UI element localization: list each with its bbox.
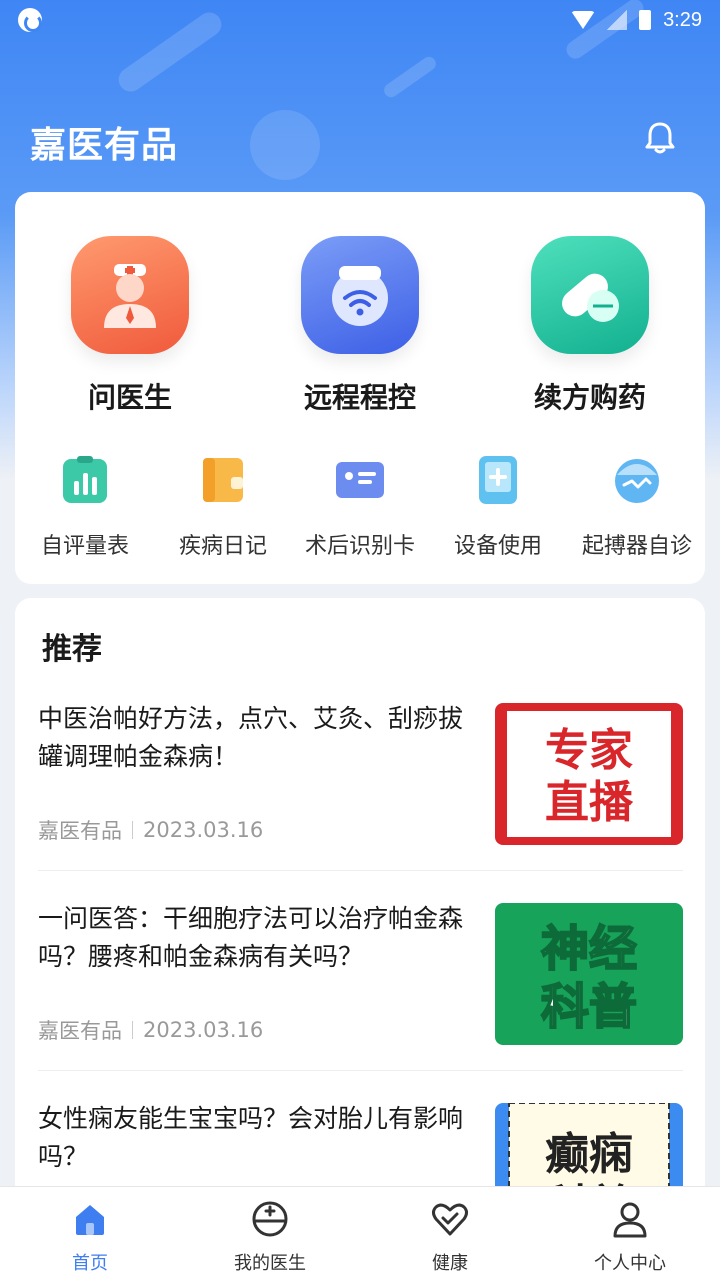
status-time: 3:29 xyxy=(663,8,702,31)
health-heart-icon xyxy=(432,1203,468,1236)
article-meta: 嘉医有品 2023.03.16 xyxy=(38,815,263,845)
status-bar: 3:29 xyxy=(0,0,720,40)
tool-label: 自评量表 xyxy=(40,534,129,559)
id-card-icon xyxy=(334,454,386,506)
quick-action-label: 远程程控 xyxy=(303,381,416,414)
tool-device-usage[interactable]: 设备使用 xyxy=(428,454,568,560)
remote-control-icon xyxy=(301,236,419,354)
divider xyxy=(38,1070,683,1071)
scale-chart-icon xyxy=(59,454,111,506)
quick-action-label: 问医生 xyxy=(87,381,172,414)
divider xyxy=(38,870,683,871)
article-title: 一问医答：干细胞疗法可以治疗帕金森吗？腰疼和帕金森病有关吗？ xyxy=(38,904,464,971)
quick-action-ask-doctor[interactable]: 问医生 xyxy=(30,236,230,416)
device-icon xyxy=(472,454,524,506)
tool-label: 术后识别卡 xyxy=(304,534,415,559)
quick-action-label: 续方购药 xyxy=(533,381,646,414)
tool-pacemaker-self-check[interactable]: 起搏器自诊 xyxy=(567,454,707,560)
tool-disease-diary[interactable]: 疾病日记 xyxy=(153,454,293,560)
thumbnail-text: 神经 xyxy=(541,921,637,977)
tab-profile[interactable]: 个人中心 xyxy=(540,1187,720,1280)
article-thumbnail: 专家 直播 xyxy=(495,703,683,845)
recommend-title: 推荐 xyxy=(42,632,102,667)
bottom-tab-bar: 首页 我的医生 健康 个人中心 xyxy=(0,1186,720,1280)
bell-icon[interactable] xyxy=(640,118,680,158)
tab-label: 首页 xyxy=(72,1253,108,1274)
article-title: 女性痫友能生宝宝吗？会对胎儿有影响吗？ xyxy=(38,1104,464,1171)
tab-my-doctor[interactable]: 我的医生 xyxy=(180,1187,360,1280)
thumbnail-text: 癫痫 xyxy=(545,1129,633,1180)
article-date: 2023.03.16 xyxy=(143,818,264,842)
app-title: 嘉医有品 xyxy=(30,125,179,166)
my-doctor-icon xyxy=(252,1201,288,1237)
thumbnail-text: 科普 xyxy=(541,979,637,1035)
article-date: 2023.03.16 xyxy=(143,1018,264,1042)
recommend-card: 推荐 中医治帕好方法，点穴、艾灸、刮痧拔罐调理帕金森病！ 嘉医有品 2023.0… xyxy=(15,598,705,1280)
wifi-icon xyxy=(571,11,596,29)
tool-self-assessment[interactable]: 自评量表 xyxy=(15,454,155,560)
article-source: 嘉医有品 xyxy=(38,1019,122,1043)
pacemaker-icon xyxy=(611,454,663,506)
article-meta: 嘉医有品 2023.03.16 xyxy=(38,1015,263,1045)
tab-health[interactable]: 健康 xyxy=(360,1187,540,1280)
thumbnail-text: 直播 xyxy=(545,777,634,828)
pill-icon xyxy=(531,236,649,354)
tab-label: 健康 xyxy=(432,1253,468,1274)
doctor-icon xyxy=(71,236,189,354)
thumbnail-text: 专家 xyxy=(545,725,633,776)
tab-label: 我的医生 xyxy=(234,1253,306,1274)
tab-label: 个人中心 xyxy=(594,1253,666,1274)
tool-label: 疾病日记 xyxy=(178,534,267,559)
tool-label: 起搏器自诊 xyxy=(581,534,692,559)
app-status-icon xyxy=(18,8,42,32)
tool-post-op-card[interactable]: 术后识别卡 xyxy=(290,454,430,560)
article-thumbnail: 神经 科普 xyxy=(495,903,683,1045)
diary-icon xyxy=(197,454,249,506)
user-icon xyxy=(613,1202,647,1238)
services-card: 问医生 远程程控 续方购药 自评量表 疾病日记 术后识别卡 设备使用 起搏器自诊 xyxy=(15,192,705,584)
home-icon xyxy=(76,1205,104,1235)
article-source: 嘉医有品 xyxy=(38,819,122,843)
tool-label: 设备使用 xyxy=(453,534,542,559)
quick-action-refill-medicine[interactable]: 续方购药 xyxy=(490,236,690,416)
quick-action-remote-control[interactable]: 远程程控 xyxy=(260,236,460,416)
article-title: 中医治帕好方法，点穴、艾灸、刮痧拔罐调理帕金森病！ xyxy=(38,704,464,771)
tab-home[interactable]: 首页 xyxy=(0,1187,180,1280)
battery-icon xyxy=(639,10,652,30)
signal-icon xyxy=(607,10,628,30)
